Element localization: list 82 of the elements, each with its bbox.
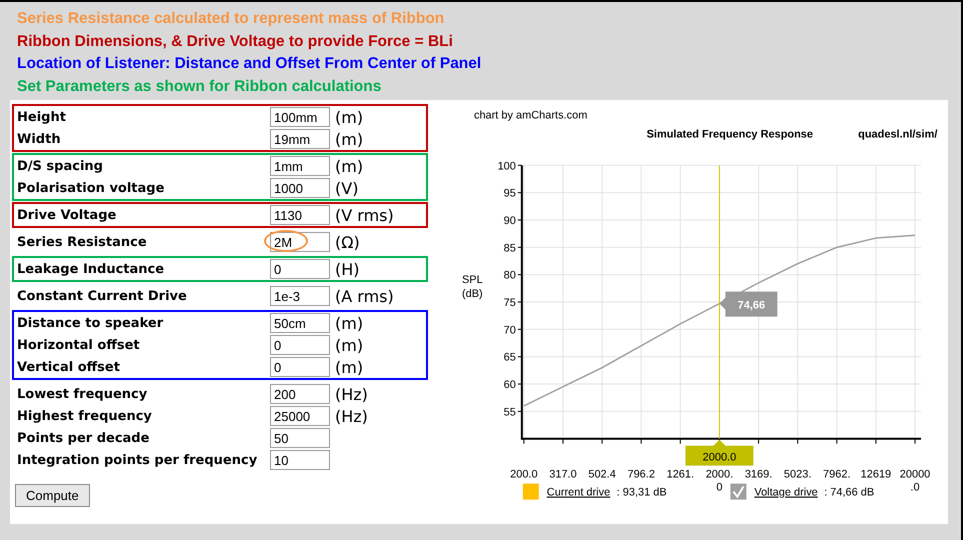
unit-label: (m) <box>335 314 364 332</box>
unit-label: (A rms) <box>335 286 394 306</box>
unit-label: (m) <box>335 358 364 376</box>
unit-label: (m) <box>335 108 364 126</box>
site-label: quadesl.nl/sim/ <box>858 128 938 140</box>
input-field[interactable]: 25000 <box>270 406 330 426</box>
x-tick-label: 796.2 <box>628 468 655 481</box>
y-tick-label: 55 <box>504 406 516 418</box>
input-field[interactable]: 1000 <box>270 178 330 198</box>
y-tick-label: 95 <box>504 188 516 200</box>
input-field[interactable]: 0 <box>270 259 330 279</box>
field-label: Integration points per frequency <box>17 452 258 468</box>
field-label: Vertical offset <box>17 360 121 374</box>
unit-label: (m) <box>335 336 364 354</box>
y-axis-label: SPL (dB) <box>462 274 483 300</box>
x-tick-label: 7962. <box>823 468 851 481</box>
y-tick-label: 60 <box>504 379 516 392</box>
input-field[interactable]: 1mm <box>270 156 330 176</box>
field-label: Lowest frequency <box>17 386 148 402</box>
y-tick-label: 100 <box>498 160 516 172</box>
unit-label: (V) <box>335 178 358 198</box>
instruction-note: Location of Listener: Distance and Offset From Center of Panel <box>17 54 482 74</box>
field-label: Leakage Inductance <box>17 262 166 276</box>
unit-label: (V rms) <box>335 206 394 224</box>
y-tick-label: 80 <box>504 270 516 282</box>
input-field[interactable]: 10 <box>270 450 330 470</box>
x-tick-label: 1261. <box>666 468 694 481</box>
input-field[interactable]: 100mm <box>270 107 330 127</box>
field-label: Points per decade <box>17 430 150 446</box>
input-field[interactable]: 19mm <box>270 129 330 149</box>
input-field[interactable]: 0 <box>270 357 330 377</box>
x-tick-label: 317.0 <box>549 468 577 481</box>
unit-label: (Hz) <box>335 406 368 426</box>
compute-button[interactable]: Compute <box>15 484 90 507</box>
legend-reading: : 93,31 dB <box>616 486 667 499</box>
unit-label: (Ω) <box>335 232 360 252</box>
input-field[interactable]: 1130 <box>270 205 330 225</box>
field-label: Height <box>17 110 67 124</box>
field-label: Width <box>17 132 62 146</box>
x-tick-label: 12619 <box>860 468 892 481</box>
input-field[interactable]: 0 <box>270 335 330 355</box>
y-tick-label: 75 <box>504 297 516 310</box>
x-tick-label: 5023. <box>784 468 812 481</box>
instruction-note: Set Parameters as shown for Ribbon calculations <box>17 76 382 96</box>
input-field[interactable]: 200 <box>270 384 330 404</box>
unit-label: (Hz) <box>335 384 368 404</box>
input-field[interactable]: 50 <box>270 428 330 448</box>
field-label: Distance to speaker <box>17 316 164 330</box>
unit-label: (m) <box>335 130 364 148</box>
chart-title: Simulated Frequency Response <box>646 128 814 140</box>
x-tick-label: 2000.0 <box>706 468 734 494</box>
instruction-note: Ribbon Dimensions, & Drive Voltage to provide Force = BLi <box>17 32 454 52</box>
x-tick-label: 200.0 <box>510 468 538 481</box>
x-tick-label: 502.4 <box>588 468 616 481</box>
field-label: D/S spacing <box>17 158 104 174</box>
legend-marker[interactable] <box>522 484 539 500</box>
unit-label: (H) <box>335 260 360 278</box>
cursor-x-label <box>686 440 754 466</box>
y-tick-label: 90 <box>504 215 516 227</box>
value-tooltip <box>720 292 778 317</box>
legend-link[interactable]: Current drive <box>546 486 610 499</box>
input-field[interactable]: 2M <box>270 232 330 252</box>
legend-reading: : 74,66 dB <box>824 486 874 499</box>
instruction-note: Series Resistance calculated to represent mass of Ribbon <box>17 9 446 29</box>
input-field[interactable]: 50cm <box>270 313 330 333</box>
tooltip-value: 74,66 <box>738 300 766 312</box>
y-tick-label: 85 <box>504 242 516 254</box>
field-label: Constant Current Drive <box>17 288 188 304</box>
field-label: Highest frequency <box>17 408 153 424</box>
field-label: Polarisation voltage <box>17 180 166 196</box>
input-field[interactable]: 1e-3 <box>270 286 330 306</box>
legend-link[interactable]: Voltage drive <box>754 486 818 499</box>
unit-label: (m) <box>335 156 364 176</box>
cursor-x-value: 2000.0 <box>702 452 736 464</box>
field-label: Series Resistance <box>17 234 148 250</box>
chart-credit[interactable]: chart by amCharts.com <box>474 109 588 122</box>
y-tick-label: 70 <box>504 324 516 336</box>
x-tick-label: 3169. <box>744 468 772 481</box>
field-label: Drive Voltage <box>17 208 118 222</box>
x-tick-label: 20000.0 <box>900 468 930 494</box>
field-label: Horizontal offset <box>17 338 141 352</box>
y-tick-label: 65 <box>504 352 516 364</box>
